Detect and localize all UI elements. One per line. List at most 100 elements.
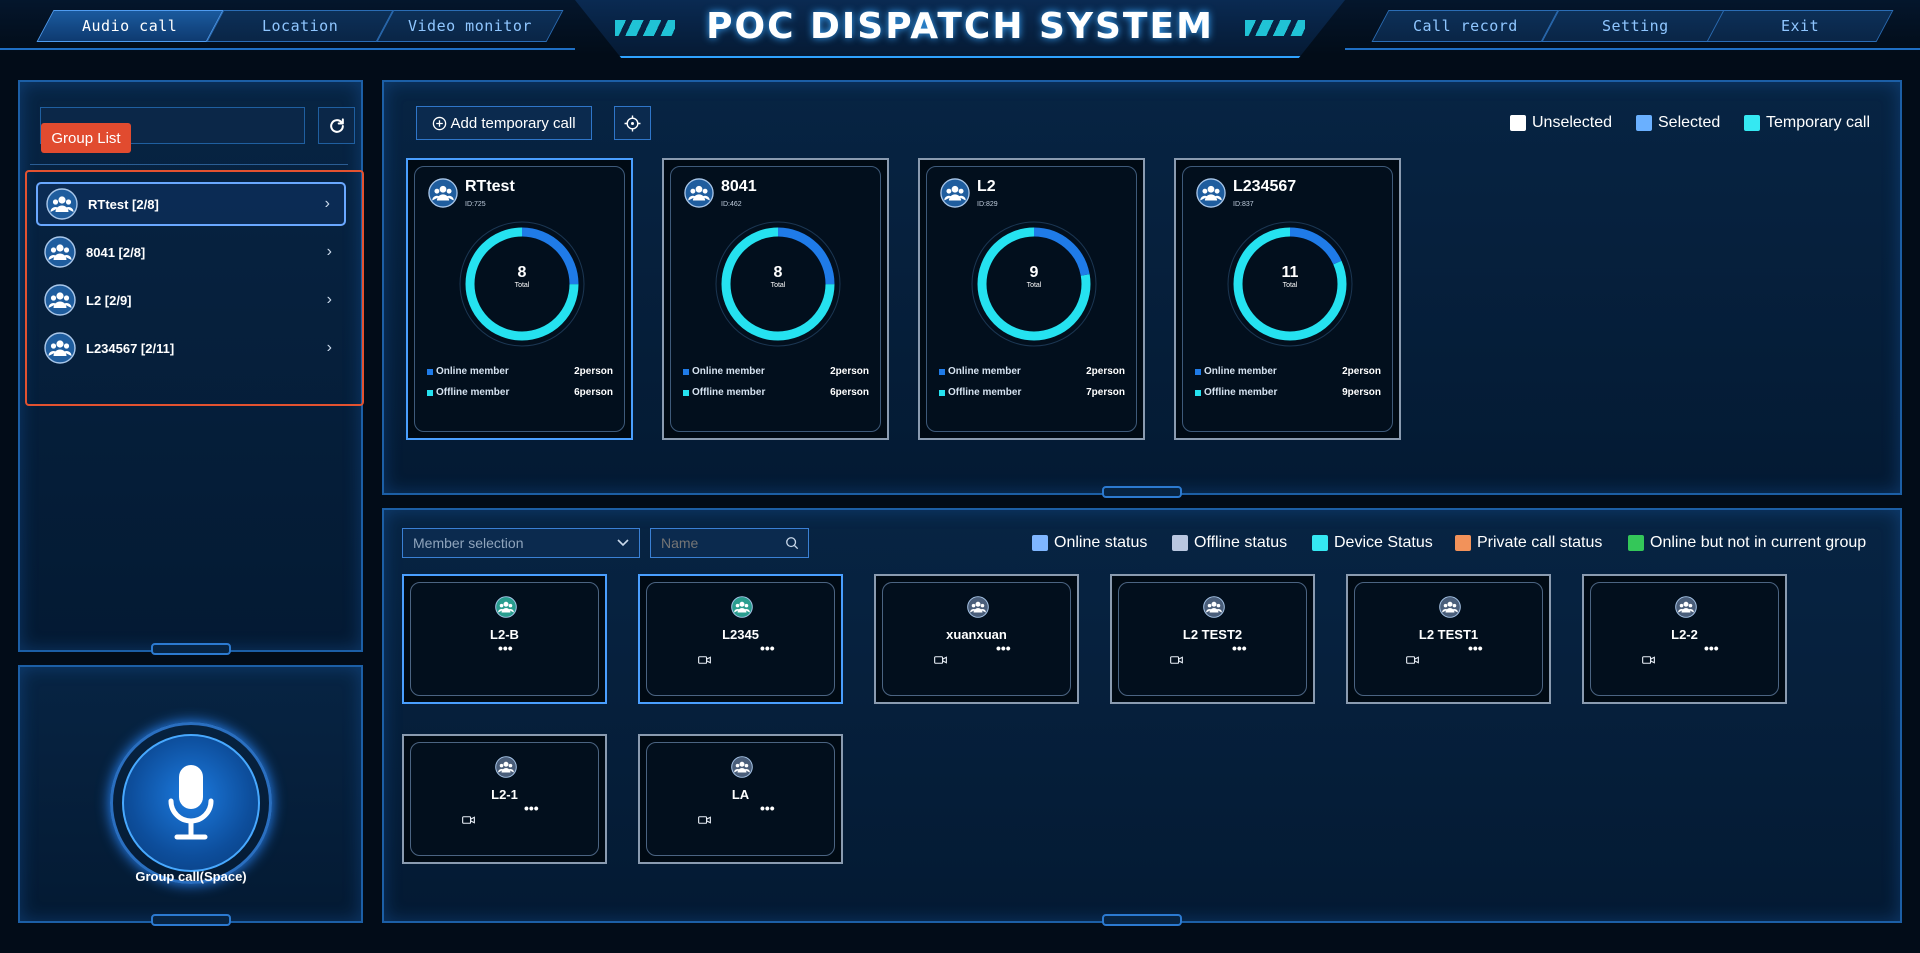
chevron-down-icon bbox=[617, 539, 629, 547]
member-selection-value: Member selection bbox=[413, 535, 524, 551]
more-options-icon[interactable]: ••• bbox=[996, 640, 1011, 656]
more-options-icon[interactable]: ••• bbox=[760, 640, 775, 656]
group-card[interactable]: RTtest ID:725 8 Total Online member 2per… bbox=[406, 158, 633, 440]
group-avatar-icon bbox=[44, 236, 76, 268]
group-avatar-icon bbox=[1196, 178, 1226, 208]
online-member-count: 2person bbox=[574, 366, 613, 377]
offline-member-stat: Offline member 6person bbox=[683, 387, 869, 398]
group-card-id: ID:829 bbox=[977, 201, 998, 208]
member-name: L2-1 bbox=[491, 787, 518, 802]
locate-button[interactable] bbox=[614, 106, 651, 140]
online-member-stat: Online member 2person bbox=[427, 366, 613, 377]
more-options-icon[interactable]: ••• bbox=[524, 800, 539, 816]
legend-swatch-not-in-group bbox=[1628, 535, 1644, 551]
more-options-icon[interactable]: ••• bbox=[760, 800, 775, 816]
video-camera-icon[interactable] bbox=[934, 655, 947, 665]
offline-member-label: Offline member bbox=[1204, 387, 1278, 398]
offline-member-count: 7person bbox=[1086, 387, 1125, 398]
more-options-icon[interactable]: ••• bbox=[1704, 640, 1719, 656]
member-avatar-icon bbox=[495, 756, 517, 778]
offline-member-stat: Offline member 6person bbox=[427, 387, 613, 398]
group-list-item-label: RTtest [2/8] bbox=[88, 196, 159, 212]
tab-location[interactable]: Location bbox=[206, 10, 394, 42]
member-avatar-icon bbox=[967, 596, 989, 618]
legend-unselected-label: Unselected bbox=[1532, 114, 1613, 131]
page-title: POC DISPATCH SYSTEM bbox=[706, 6, 1214, 47]
offline-member-label: Offline member bbox=[436, 387, 510, 398]
member-name: L2 TEST2 bbox=[1182, 627, 1243, 642]
member-name: xuanxuan bbox=[946, 627, 1007, 642]
group-call-button[interactable] bbox=[122, 734, 260, 872]
legend-offline: Offline status bbox=[1172, 534, 1287, 552]
tab-exit[interactable]: Exit bbox=[1706, 10, 1894, 42]
legend-selected: Selected bbox=[1636, 114, 1720, 132]
group-list-item-label: L2 [2/9] bbox=[86, 292, 132, 308]
legend-swatch-selected bbox=[1636, 115, 1652, 131]
member-avatar-icon bbox=[731, 596, 753, 618]
chevron-right-icon: › bbox=[326, 291, 332, 308]
group-card[interactable]: L234567 ID:837 11 Total Online member 2p… bbox=[1174, 158, 1401, 440]
member-selection-dropdown[interactable]: Member selection bbox=[402, 528, 640, 558]
header-rule-left bbox=[0, 48, 575, 50]
legend-private: Private call status bbox=[1455, 534, 1602, 552]
tab-audio-call[interactable]: Audio call bbox=[36, 10, 224, 42]
group-card-total-label: Total bbox=[514, 282, 530, 289]
group-card-name: L234567 bbox=[1233, 178, 1297, 195]
member-card[interactable]: L2-B ••• bbox=[402, 574, 607, 704]
member-card[interactable]: L2-2 ••• bbox=[1582, 574, 1787, 704]
group-list-item[interactable]: L234567 [2/11] › bbox=[36, 326, 346, 370]
member-avatar-icon bbox=[1675, 596, 1697, 618]
group-list-item[interactable]: L2 [2/9] › bbox=[36, 278, 346, 322]
offline-dot bbox=[1195, 389, 1201, 396]
legend-device-label: Device Status bbox=[1334, 534, 1433, 551]
video-camera-icon[interactable] bbox=[1406, 655, 1419, 665]
video-camera-icon[interactable] bbox=[1642, 655, 1655, 665]
member-avatar-icon bbox=[731, 756, 753, 778]
member-card[interactable]: L2-1 ••• bbox=[402, 734, 607, 864]
group-avatar-icon bbox=[428, 178, 458, 208]
legend-temporary-call: Temporary call bbox=[1744, 114, 1870, 132]
member-avatar-icon bbox=[495, 596, 517, 618]
header-rule-right bbox=[1345, 48, 1920, 50]
add-temporary-call-button[interactable]: Add temporary call bbox=[416, 106, 592, 140]
group-card[interactable]: 8041 ID:462 8 Total Online member 2perso… bbox=[662, 158, 889, 440]
legend-private-label: Private call status bbox=[1477, 534, 1603, 551]
legend-offline-label: Offline status bbox=[1194, 534, 1288, 551]
legend-online: Online status bbox=[1032, 534, 1147, 552]
member-card[interactable]: L2 TEST1 ••• bbox=[1346, 574, 1551, 704]
member-card[interactable]: xuanxuan ••• bbox=[874, 574, 1079, 704]
legend-swatch-device bbox=[1312, 535, 1328, 551]
refresh-button[interactable] bbox=[318, 107, 355, 144]
group-card-total-label: Total bbox=[770, 282, 786, 289]
tab-video-monitor[interactable]: Video monitor bbox=[376, 10, 564, 42]
video-camera-icon[interactable] bbox=[698, 815, 711, 825]
group-list-item-label: L234567 [2/11] bbox=[86, 340, 175, 356]
online-member-stat: Online member 2person bbox=[1195, 366, 1381, 377]
group-card-total: 11 bbox=[1281, 264, 1299, 281]
more-options-icon[interactable]: ••• bbox=[1468, 640, 1483, 656]
more-options-icon[interactable]: ••• bbox=[1232, 640, 1247, 656]
group-card-total-label: Total bbox=[1282, 282, 1298, 289]
group-call-label: Group call(Space) bbox=[135, 869, 247, 884]
member-card[interactable]: L2 TEST2 ••• bbox=[1110, 574, 1315, 704]
group-list-item[interactable]: RTtest [2/8] › bbox=[36, 182, 346, 226]
member-card[interactable]: L2345 ••• bbox=[638, 574, 843, 704]
tab-setting[interactable]: Setting bbox=[1541, 10, 1729, 42]
offline-member-label: Offline member bbox=[692, 387, 766, 398]
chevron-right-icon: › bbox=[326, 339, 332, 356]
group-list-item[interactable]: 8041 [2/8] › bbox=[36, 230, 346, 274]
tab-call-record[interactable]: Call record bbox=[1371, 10, 1559, 42]
video-camera-icon[interactable] bbox=[1170, 655, 1183, 665]
group-card-name: L2 bbox=[977, 178, 996, 195]
group-avatar-icon bbox=[44, 284, 76, 316]
group-card-total-label: Total bbox=[1026, 282, 1042, 289]
offline-member-count: 9person bbox=[1342, 387, 1381, 398]
more-options-icon[interactable]: ••• bbox=[498, 640, 513, 656]
member-card[interactable]: LA ••• bbox=[638, 734, 843, 864]
video-camera-icon[interactable] bbox=[462, 815, 475, 825]
video-camera-icon[interactable] bbox=[698, 655, 711, 665]
group-card[interactable]: L2 ID:829 9 Total Online member 2person … bbox=[918, 158, 1145, 440]
legend-unselected: Unselected bbox=[1510, 114, 1612, 132]
online-member-label: Online member bbox=[436, 366, 509, 377]
group-avatar-icon bbox=[44, 332, 76, 364]
